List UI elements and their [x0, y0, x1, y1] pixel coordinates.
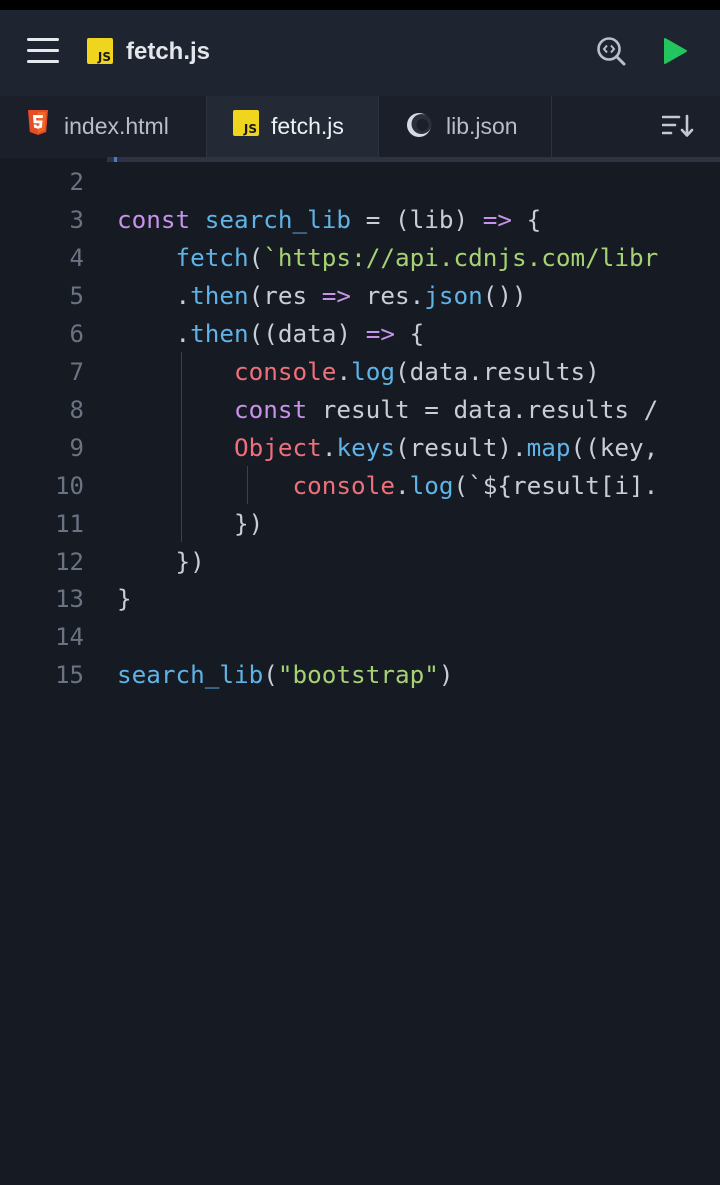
code-line[interactable]: 14	[0, 618, 720, 656]
js-file-icon	[233, 110, 259, 136]
line-number: 13	[55, 585, 84, 614]
code-line[interactable]: 6 .then((data) => {	[0, 315, 720, 353]
code-line[interactable]: 12 })	[0, 543, 720, 581]
tab-label: index.html	[64, 113, 169, 139]
code-text: fetch(`https://api.cdnjs.com/libr	[175, 242, 659, 272]
line-number: 2	[69, 168, 84, 196]
line-number: 15	[55, 661, 84, 690]
code-text: const result = data.results /	[234, 394, 659, 424]
line-number: 12	[55, 547, 84, 576]
code-text: const search_lib = (lib) => {	[117, 204, 542, 234]
header-title: fetch.js	[126, 38, 211, 65]
tab-index-html[interactable]: index.html	[0, 96, 206, 158]
code-text: .then(res => res.json())	[117, 280, 527, 310]
play-icon[interactable]	[662, 37, 688, 65]
json-moon-icon	[407, 113, 432, 137]
code-line[interactable]: 5 .then(res => res.json())	[0, 277, 720, 315]
line-number: 7	[69, 357, 84, 386]
code-text: console.log(data.results)	[234, 356, 600, 386]
line-number: 9	[69, 433, 84, 462]
code-text: search_lib("bootstrap")	[117, 660, 454, 690]
code-line[interactable]: 15 search_lib("bootstrap")	[0, 656, 720, 694]
sort-descending-icon[interactable]	[662, 114, 694, 138]
code-editor[interactable]: 2 3 const search_lib = (lib) => { 4 fetch(`…	[0, 162, 720, 1185]
code-line[interactable]: 4 fetch(`https://api.cdnjs.com/libr	[0, 239, 720, 277]
line-number: 14	[55, 623, 84, 652]
app-header: fetch.js	[0, 10, 720, 96]
tab-label: fetch.js	[271, 113, 344, 139]
code-line[interactable]: 9 Object.keys(result).map((key,	[0, 429, 720, 467]
line-number: 6	[69, 319, 84, 348]
code-text: }	[117, 584, 132, 614]
line-number: 10	[55, 471, 84, 500]
code-line[interactable]: 10 console.log(`${result[i].	[0, 467, 720, 505]
line-number: 3	[69, 205, 84, 234]
tab-fetch-js[interactable]: fetch.js	[207, 96, 378, 158]
js-file-icon	[87, 38, 113, 64]
code-line[interactable]: 3 const search_lib = (lib) => {	[0, 201, 720, 239]
code-line[interactable]: 7 console.log(data.results)	[0, 353, 720, 391]
code-line[interactable]: 2	[0, 163, 720, 201]
code-text: .then((data) => {	[117, 318, 425, 348]
code-text: Object.keys(result).map((key,	[234, 432, 659, 462]
tab-label: lib.json	[446, 113, 518, 139]
line-number: 4	[69, 243, 84, 272]
line-number: 8	[69, 395, 84, 424]
code-search-icon[interactable]	[596, 36, 626, 66]
line-number: 11	[55, 509, 84, 538]
tab-divider	[551, 96, 552, 158]
code-line[interactable]: 13}	[0, 580, 720, 618]
code-text: console.log(`${result[i].	[292, 470, 659, 500]
status-bar	[0, 0, 720, 10]
tab-bar: index.html fetch.js lib.json	[0, 96, 720, 158]
line-number: 5	[69, 281, 84, 310]
hamburger-menu-icon[interactable]	[27, 38, 59, 64]
html5-icon	[28, 110, 48, 135]
code-text: })	[117, 508, 264, 538]
tab-lib-json[interactable]: lib.json	[379, 96, 551, 158]
code-text: })	[117, 546, 205, 576]
code-line[interactable]: 8 const result = data.results /	[0, 391, 720, 429]
code-line[interactable]: 11 })	[0, 505, 720, 543]
